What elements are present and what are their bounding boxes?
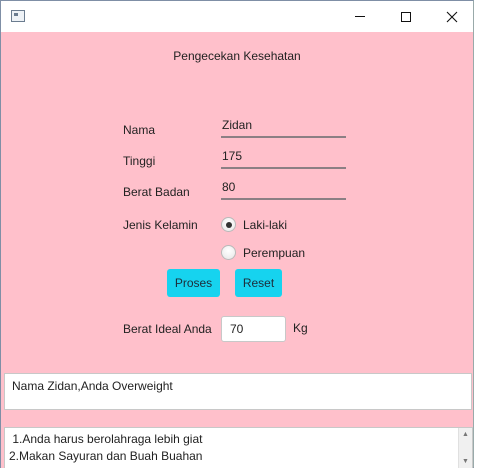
maximize-button[interactable] — [383, 1, 429, 32]
scroll-up-icon[interactable]: ▲ — [459, 428, 472, 441]
tinggi-field[interactable]: 175 — [221, 147, 346, 169]
advice-line: 1.Anda harus berolahraga lebih giat — [9, 432, 203, 446]
close-icon — [446, 11, 458, 22]
berat-badan-field[interactable]: 80 — [221, 178, 346, 200]
radio-perempuan[interactable]: Perempuan — [221, 245, 305, 260]
radio-laki-laki[interactable]: Laki-laki — [221, 217, 287, 232]
berat-ideal-label: Berat Ideal Anda — [123, 322, 212, 336]
scroll-down-icon[interactable]: ▼ — [459, 455, 472, 468]
minimize-button[interactable] — [337, 1, 383, 32]
advice-line: 2.Makan Sayuran dan Buah Buahan — [9, 449, 203, 463]
berat-ideal-field[interactable]: 70 — [221, 316, 286, 342]
result-text: Nama Zidan,Anda Overweight — [12, 379, 173, 393]
unit-label: Kg — [293, 321, 308, 335]
advice-text-area[interactable]: 1.Anda harus berolahraga lebih giat 2.Ma… — [4, 427, 473, 468]
page-title: Pengecekan Kesehatan — [173, 49, 301, 63]
title-bar[interactable] — [1, 1, 473, 32]
close-button[interactable] — [429, 1, 475, 32]
vertical-scrollbar[interactable]: ▲ ▼ — [458, 428, 472, 468]
tinggi-label: Tinggi — [123, 154, 156, 168]
result-text-field[interactable]: Nama Zidan,Anda Overweight — [4, 373, 472, 410]
radio-unchecked-icon[interactable] — [221, 245, 236, 260]
radio-laki-laki-label: Laki-laki — [243, 217, 288, 232]
nama-label: Nama — [123, 123, 156, 137]
form-panel: Pengecekan Kesehatan Nama Zidan Tinggi 1… — [1, 32, 473, 468]
jenis-kelamin-label: Jenis Kelamin — [123, 218, 198, 232]
radio-perempuan-label: Perempuan — [243, 245, 306, 260]
window-app-icon — [11, 10, 25, 22]
maximize-icon — [401, 11, 411, 22]
app-window: Pengecekan Kesehatan Nama Zidan Tinggi 1… — [0, 0, 474, 468]
nama-field[interactable]: Zidan — [221, 116, 346, 138]
reset-button[interactable]: Reset — [235, 269, 282, 297]
berat-badan-label: Berat Badan — [123, 185, 190, 199]
minimize-icon — [355, 16, 365, 17]
radio-checked-icon[interactable] — [221, 217, 236, 232]
proses-button[interactable]: Proses — [167, 269, 220, 297]
